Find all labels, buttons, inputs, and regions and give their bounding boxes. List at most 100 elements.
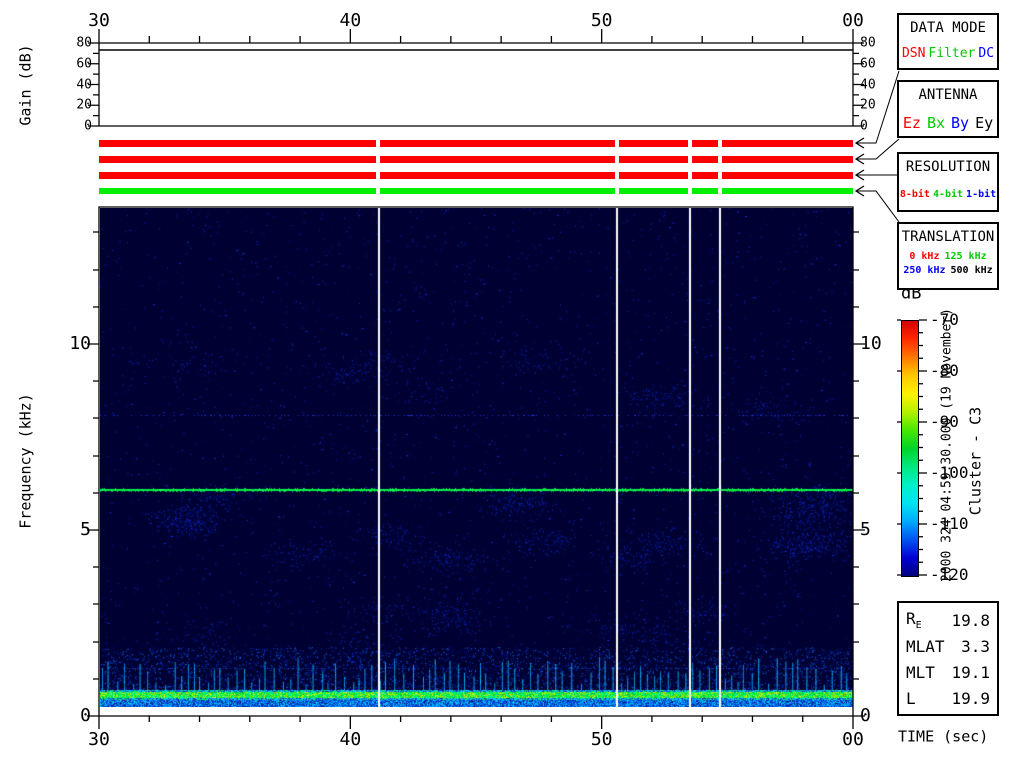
ephemeris-row: MLAT 3.3 — [899, 633, 997, 659]
time-tick-label-bottom: 50 — [591, 731, 613, 749]
option-500-khz: 500 kHz — [951, 265, 993, 276]
gain-tick-label-left: 0 — [84, 120, 92, 133]
spacecraft-label: Cluster - C3 — [969, 407, 984, 515]
option-8-bit: 8-bit — [900, 189, 930, 200]
data-mode-options: DSNFilterDC — [899, 46, 997, 61]
ephemeris-row: MLT 19.1 — [899, 659, 997, 685]
spectrogram-canvas — [100, 208, 853, 707]
antenna-title: ANTENNA — [899, 87, 997, 103]
data-gap — [718, 172, 722, 179]
colorbar-tick-label: -80 — [930, 363, 959, 379]
option-dsn: DSN — [902, 46, 925, 61]
data-gap — [615, 140, 619, 147]
ephemeris-row: RE 19.8 — [899, 607, 997, 633]
status-bar-resolution — [99, 172, 853, 179]
wbd-summary-plot: Gain (dB) Frequency (kHz) dB 2000 324 04… — [0, 0, 1024, 768]
ephemeris-value: 3.3 — [961, 637, 990, 656]
time-axis-label: TIME (sec) — [898, 730, 988, 745]
colorbar-tick-label: -70 — [930, 312, 959, 328]
resolution-title: RESOLUTION — [899, 159, 997, 175]
freq-tick-label-right: 10 — [860, 335, 882, 353]
data-gap — [376, 140, 380, 147]
ephemeris-value: 19.8 — [951, 611, 990, 630]
data-gap — [688, 140, 692, 147]
ephemeris-label: MLT — [906, 663, 935, 682]
colorbar-tick-label: -90 — [930, 414, 959, 430]
colorbar-tick-label: -110 — [930, 516, 969, 532]
time-tick-label-bottom: 00 — [842, 731, 864, 749]
freq-tick-label-right: 0 — [860, 707, 871, 725]
data-gap — [615, 172, 619, 179]
colorbar-tick-label: -120 — [930, 567, 969, 583]
gain-axis-label: Gain (dB) — [19, 44, 34, 125]
time-tick-label-bottom: 40 — [339, 731, 361, 749]
data-mode-title: DATA MODE — [899, 20, 997, 36]
time-tick-label-bottom: 30 — [88, 731, 110, 749]
data-mode-box: DATA MODE DSNFilterDC — [897, 13, 999, 70]
ephemeris-label: MLAT — [906, 637, 945, 656]
connector-translation — [856, 191, 899, 222]
ephemeris-value: 19.9 — [951, 689, 990, 708]
gain-tick-label-right: 80 — [860, 37, 876, 50]
option-by: By — [951, 114, 969, 132]
freq-tick-label-left: 10 — [69, 335, 91, 353]
data-gap — [688, 172, 692, 179]
data-gap — [718, 156, 722, 163]
gain-tick-label-left: 60 — [76, 57, 92, 70]
gain-panel-frame — [99, 43, 853, 126]
option-dc: DC — [978, 46, 994, 61]
data-gap — [718, 188, 722, 194]
option-1-bit: 1-bit — [966, 189, 996, 200]
gain-tick-label-right: 0 — [860, 120, 868, 133]
time-tick-label-top: 00 — [842, 12, 864, 30]
gain-tick-label-left: 20 — [76, 99, 92, 112]
option-filter: Filter — [928, 46, 975, 61]
timestamp-label: 2000 324 04:59:30.000 (19 November) — [941, 308, 954, 582]
translation-box: TRANSLATION 0 kHz125 kHz250 kHz500 kHz — [897, 222, 999, 290]
gain-tick-label-left: 80 — [76, 37, 92, 50]
data-gap — [376, 156, 380, 163]
option-250-khz: 250 kHz — [903, 265, 945, 276]
data-gap — [688, 188, 692, 194]
colorbar-tick-label: -100 — [930, 465, 969, 481]
ephemeris-label: RE — [906, 609, 922, 631]
freq-tick-label-left: 5 — [80, 521, 91, 539]
arrowhead-icon — [856, 170, 864, 180]
ephemeris-label: L — [906, 689, 916, 708]
arrowhead-icon — [856, 138, 864, 148]
status-bar-antenna — [99, 156, 853, 163]
arrowhead-icon — [856, 186, 864, 196]
freq-tick-label-left: 0 — [80, 707, 91, 725]
status-bar-translation — [99, 188, 853, 194]
gain-tick-label-right: 20 — [860, 99, 876, 112]
resolution-options: 8-bit4-bit1-bit — [899, 189, 997, 200]
option-0-khz: 0 kHz — [909, 251, 939, 262]
gain-tick-label-right: 40 — [860, 78, 876, 91]
data-gap — [615, 156, 619, 163]
option-ez: Ez — [903, 114, 921, 132]
antenna-box: ANTENNA EzBxByEy — [897, 80, 999, 138]
freq-tick-label-right: 5 — [860, 521, 871, 539]
status-bar-data-mode — [99, 140, 853, 147]
connector-antenna — [856, 139, 899, 159]
frequency-axis-label: Frequency (kHz) — [19, 393, 34, 528]
ephemeris-value: 19.1 — [951, 663, 990, 682]
colorbar — [901, 320, 919, 577]
data-gap — [376, 172, 380, 179]
data-gap — [615, 188, 619, 194]
data-gap — [376, 188, 380, 194]
time-tick-label-top: 30 — [88, 12, 110, 30]
gain-tick-label-right: 60 — [860, 57, 876, 70]
data-gap — [688, 156, 692, 163]
option-bx: Bx — [927, 114, 945, 132]
translation-options: 0 kHz 125 kHz 250 kHz 500 kHz — [903, 251, 993, 276]
ephemeris-box: RE 19.8 MLAT 3.3 MLT 19.1 L 19.9 — [897, 601, 999, 716]
time-tick-label-top: 50 — [591, 12, 613, 30]
arrowhead-icon — [856, 154, 864, 164]
ephemeris-row: L 19.9 — [899, 685, 997, 711]
antenna-options: EzBxByEy — [899, 114, 997, 132]
option-4-bit: 4-bit — [933, 189, 963, 200]
time-tick-label-top: 40 — [339, 12, 361, 30]
gain-tick-label-left: 40 — [76, 78, 92, 91]
option-125-khz: 125 kHz — [944, 251, 986, 262]
